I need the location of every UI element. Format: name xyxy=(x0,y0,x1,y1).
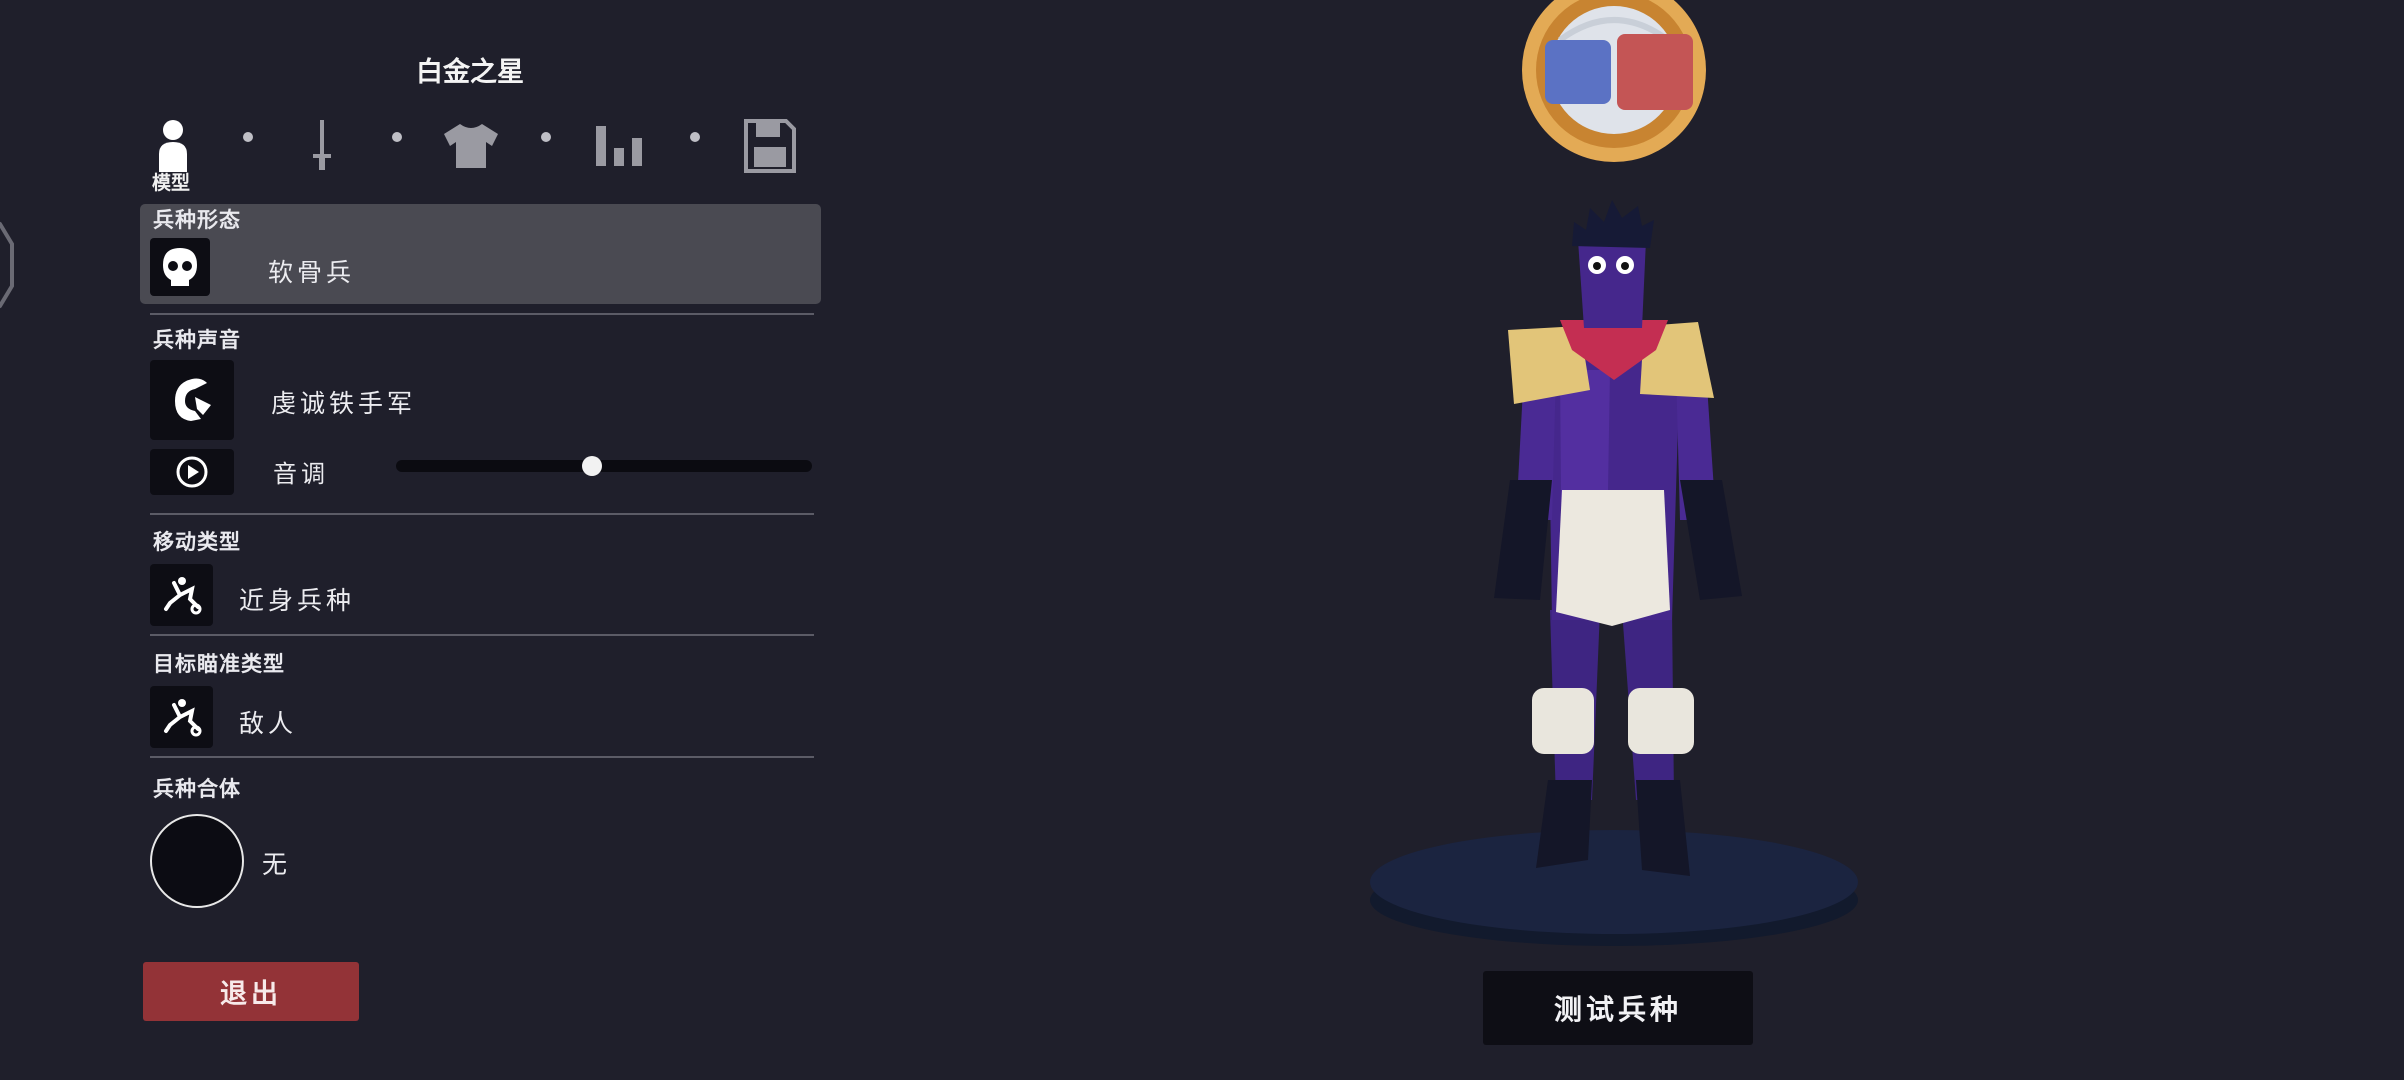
pedestal xyxy=(1370,830,1858,946)
tab-stats[interactable] xyxy=(587,106,653,186)
tab-separator-dot xyxy=(541,132,551,142)
movement-value: 近身兵种 xyxy=(239,586,356,615)
section-divider xyxy=(150,634,814,636)
melee-icon xyxy=(163,577,201,615)
unit-preview xyxy=(1370,0,1858,946)
target-icon xyxy=(163,699,201,737)
shirt-icon xyxy=(444,124,498,168)
side-panel-tab[interactable] xyxy=(0,210,14,320)
voice-section-label: 兵种声音 xyxy=(153,328,241,352)
section-divider xyxy=(150,756,814,758)
movement-section-label: 移动类型 xyxy=(153,530,241,554)
stats-icon xyxy=(596,126,642,166)
play-voice-button[interactable] xyxy=(150,449,234,495)
combo-selector[interactable] xyxy=(150,814,244,908)
targeting-value: 敌人 xyxy=(239,709,298,738)
voice-selector[interactable] xyxy=(150,360,234,440)
tab-separator-dot xyxy=(392,132,402,142)
skull-icon xyxy=(163,248,197,286)
pitch-slider[interactable] xyxy=(396,460,812,472)
tab-model-label: 模型 xyxy=(152,172,191,194)
section-divider xyxy=(150,313,814,315)
combo-section-label: 兵种合体 xyxy=(153,777,241,801)
test-unit-button[interactable]: 测试兵种 xyxy=(1483,971,1753,1045)
targeting-section-label: 目标瞄准类型 xyxy=(153,652,285,676)
movement-selector[interactable] xyxy=(150,564,213,626)
form-section-label: 兵种形态 xyxy=(153,208,241,232)
exit-button[interactable]: 退出 xyxy=(143,962,359,1021)
tab-weapons[interactable] xyxy=(289,106,355,186)
unit-character-model xyxy=(1494,200,1742,876)
tab-clothing[interactable] xyxy=(438,106,504,186)
tab-separator-dot xyxy=(690,132,700,142)
pitch-label: 音调 xyxy=(273,460,329,488)
section-divider xyxy=(150,513,814,515)
play-icon xyxy=(176,456,208,488)
team-emblem[interactable] xyxy=(1522,0,1706,162)
voice-icon xyxy=(175,378,211,421)
person-icon xyxy=(159,120,187,172)
combo-value: 无 xyxy=(262,850,292,879)
unit-form-value: 软骨兵 xyxy=(268,258,356,287)
form-icon-box xyxy=(150,238,210,296)
unit-creator-screen: 白金之星 模型 兵种形态 软骨兵 兵种声音 虔诚铁手军 音调 移动类型 近身兵种… xyxy=(0,0,2404,1080)
pitch-slider-handle[interactable] xyxy=(581,456,602,476)
sword-icon xyxy=(313,120,331,170)
save-icon xyxy=(744,119,796,173)
unit-name-title: 白金之星 xyxy=(416,57,524,88)
targeting-selector[interactable] xyxy=(150,686,213,748)
unit-form-selector[interactable] xyxy=(140,204,821,304)
voice-value: 虔诚铁手军 xyxy=(271,389,417,418)
tab-save[interactable] xyxy=(737,106,803,186)
tab-separator-dot xyxy=(243,132,253,142)
